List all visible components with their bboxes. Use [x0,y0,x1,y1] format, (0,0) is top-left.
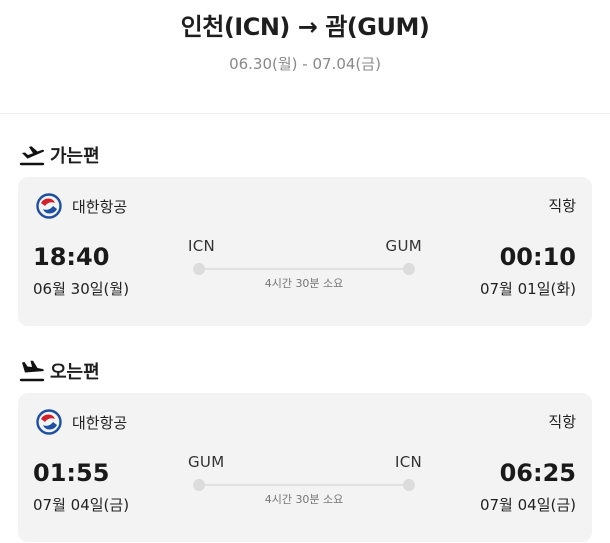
airline: 대한항공 [36,193,127,219]
arrival-date: 07월 04일(금) [479,496,576,514]
flight-duration: 4시간 30분 소요 [264,277,344,290]
inbound-section-label: 오는편 [19,359,100,383]
flight-type: 직항 [548,413,576,431]
arrival-date: 07월 01일(화) [479,280,576,298]
airline-name: 대한항공 [72,197,128,216]
departure-airport-code: GUM [188,453,225,471]
section-title: 가는편 [50,146,100,167]
destination-dot [403,479,415,491]
destination-dot [403,263,415,275]
trip-header: 인천(ICN) → 괌(GUM) 06.30(월) - 07.04(금) [0,0,610,114]
flight-type: 직항 [548,197,576,215]
flight-duration: 4시간 30분 소요 [264,493,344,506]
departure-time: 01:55 [33,459,110,487]
arrival-airport-code: GUM [385,237,422,255]
arrival-time: 06:25 [499,459,576,487]
date-range: 06.30(월) - 07.04(금) [229,55,381,73]
route-title: 인천(ICN) → 괌(GUM) [180,13,430,41]
departure-time: 18:40 [33,243,110,271]
origin-dot [193,479,205,491]
origin-dot [193,263,205,275]
flight-route-line [193,479,415,491]
outbound-flight-card[interactable]: 대한항공 직항 ICN GUM 18:40 06월 30일(월) 4시간 30분… [18,177,592,326]
departure-date: 07월 04일(금) [33,496,130,514]
korean-air-logo [36,409,62,435]
airplane-takeoff-icon [19,146,45,166]
departure-date: 06월 30일(월) [33,280,130,298]
flight-route-line [193,263,415,275]
section-title: 오는편 [50,362,100,383]
arrival-time: 00:10 [499,243,576,271]
korean-air-logo [36,193,62,219]
outbound-section-label: 가는편 [19,143,100,167]
arrival-airport-code: ICN [394,453,422,471]
airplane-landing-icon [19,360,45,382]
airline-name: 대한항공 [72,413,128,432]
inbound-flight-card[interactable]: 대한항공 직항 GUM ICN 01:55 07월 04일(금) 4시간 30분… [18,393,592,542]
departure-airport-code: ICN [188,237,216,255]
airline: 대한항공 [36,409,127,435]
